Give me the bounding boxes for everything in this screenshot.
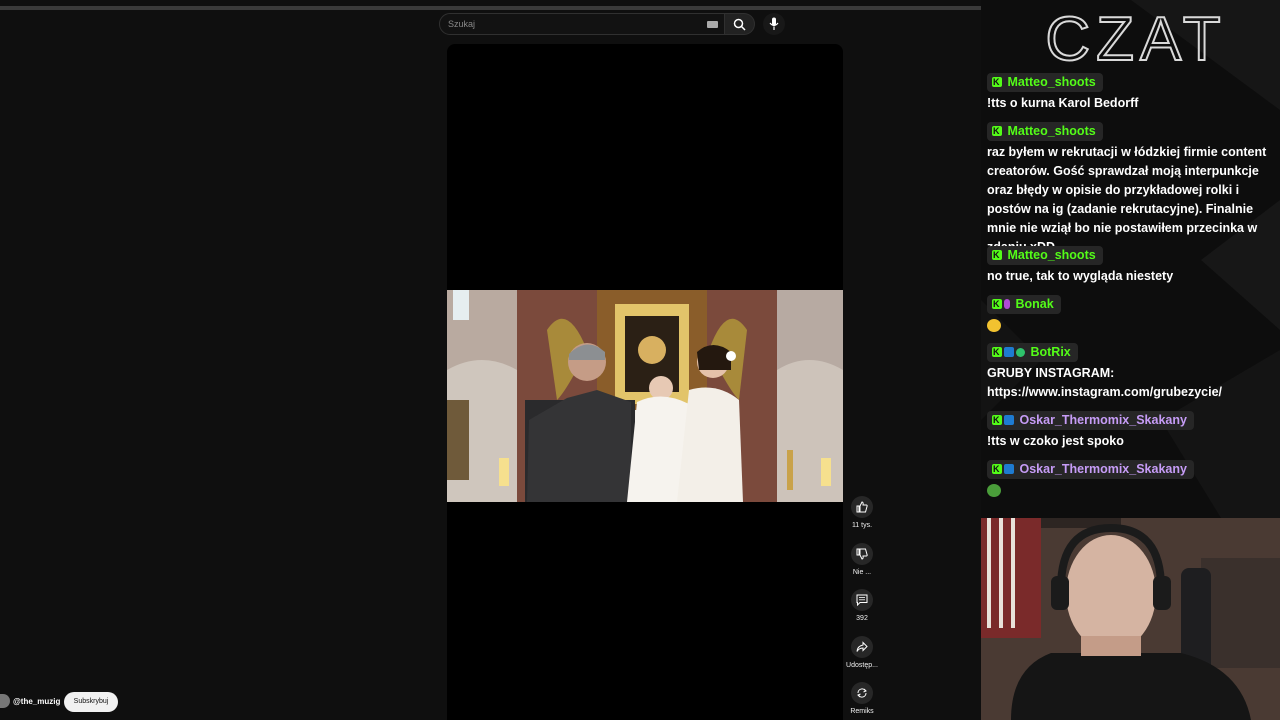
share-action[interactable]: Udostęp...	[846, 636, 878, 669]
channel-avatar[interactable]	[0, 694, 10, 708]
chat-username[interactable]: Matteo_shoots	[987, 122, 1103, 141]
chat-username[interactable]: Oskar_Thermomix_Skakany	[987, 460, 1194, 479]
emote-icon	[987, 484, 1001, 497]
kick-badge-icon	[992, 124, 1002, 139]
remix-icon	[857, 688, 867, 698]
chat-text	[987, 481, 1277, 503]
chat-text: no true, tak to wygląda niestety	[987, 269, 1174, 283]
like-count: 11 tys.	[851, 522, 873, 529]
search-box[interactable]	[439, 13, 725, 35]
chat-message: BotRix GRUBY INSTAGRAM: https://www.inst…	[987, 343, 1277, 402]
kick-badge-icon	[992, 462, 1002, 477]
username-text: Oskar_Thermomix_Skakany	[1019, 462, 1187, 476]
search-icon	[733, 18, 746, 31]
dislike-action[interactable]: Nie ...	[846, 543, 878, 576]
chat-username[interactable]: Bonak	[987, 295, 1061, 314]
youtube-shorts-panel: 11 tys. Nie ... 392	[0, 0, 981, 720]
microphone-icon	[769, 17, 779, 30]
username-text: Matteo_shoots	[1007, 248, 1096, 262]
keyboard-icon[interactable]	[707, 21, 718, 28]
remix-label: Remiks	[850, 708, 874, 715]
emote-icon	[987, 319, 1001, 332]
top-bar	[0, 6, 981, 10]
dislike-label: Nie ...	[852, 569, 872, 576]
chat-message: Bonak	[987, 295, 1277, 338]
share-icon	[856, 641, 868, 652]
comments-action[interactable]: 392	[846, 589, 878, 622]
chat-message: Matteo_shoots no true, tak to wygląda ni…	[987, 246, 1277, 286]
chat-username[interactable]: Matteo_shoots	[987, 246, 1103, 265]
bot-badge-icon	[1004, 464, 1014, 474]
dislike-button[interactable]	[851, 543, 873, 565]
kick-badge-icon	[992, 413, 1002, 428]
chat-text	[987, 316, 1277, 338]
chat-message: Matteo_shoots !tts o kurna Karol Bedorff	[987, 73, 1277, 113]
mic-badge-icon	[1004, 299, 1010, 309]
verified-badge-icon	[1016, 348, 1025, 357]
kick-badge-icon	[992, 75, 1002, 90]
thumbs-down-icon	[856, 548, 868, 560]
chat-title-logo: CZAT	[1044, 6, 1226, 70]
comments-count: 392	[856, 615, 868, 622]
share-button[interactable]	[851, 636, 873, 658]
video-frame-wedding	[447, 290, 843, 502]
search-button[interactable]	[725, 13, 755, 35]
share-label: Udostęp...	[846, 662, 878, 669]
chat-text: !tts o kurna Karol Bedorff	[987, 96, 1139, 110]
username-text: Oskar_Thermomix_Skakany	[1019, 413, 1187, 427]
chat-text: raz byłem w rekrutacji w łódzkiej firmie…	[987, 145, 1267, 254]
stream-overlay: CZAT Matteo_shoots !tts o kurna Karol Be…	[981, 0, 1280, 720]
channel-handle[interactable]: @the_muzig	[13, 697, 60, 706]
chat-text: GRUBY INSTAGRAM: https://www.instagram.c…	[987, 366, 1222, 399]
wedding-scene-image	[447, 290, 843, 502]
voice-search-button[interactable]	[763, 13, 785, 35]
bot-badge-icon	[1004, 415, 1014, 425]
chat-message: Matteo_shoots raz byłem w rekrutacji w ł…	[987, 122, 1277, 257]
search-input[interactable]	[448, 17, 698, 31]
kick-badge-icon	[992, 248, 1002, 263]
comments-button[interactable]	[851, 589, 873, 611]
webcam-streamer-image	[981, 518, 1280, 720]
like-action[interactable]: 11 tys.	[846, 496, 878, 529]
comment-icon	[856, 594, 868, 606]
webcam-feed	[981, 518, 1280, 720]
remix-button[interactable]	[851, 682, 873, 704]
thumbs-up-icon	[856, 501, 868, 513]
kick-badge-icon	[992, 345, 1002, 360]
username-text: Matteo_shoots	[1007, 75, 1096, 89]
kick-badge-icon	[992, 297, 1002, 312]
username-text: Bonak	[1015, 297, 1054, 311]
chat-username[interactable]: Oskar_Thermomix_Skakany	[987, 411, 1194, 430]
username-text: BotRix	[1030, 345, 1071, 359]
chat-username[interactable]: BotRix	[987, 343, 1078, 362]
subscribe-button[interactable]: Subskrybuj	[64, 692, 118, 712]
chat-username[interactable]: Matteo_shoots	[987, 73, 1103, 92]
short-video-player[interactable]	[447, 44, 843, 720]
remix-action[interactable]: Remiks	[846, 682, 878, 715]
chat-message: Oskar_Thermomix_Skakany !tts w czoko jes…	[987, 411, 1277, 451]
username-text: Matteo_shoots	[1007, 124, 1096, 138]
chat-message: Oskar_Thermomix_Skakany	[987, 460, 1277, 503]
svg-text:CZAT: CZAT	[1045, 6, 1226, 70]
like-button[interactable]	[851, 496, 873, 518]
chat-text: !tts w czoko jest spoko	[987, 434, 1124, 448]
bot-badge-icon	[1004, 347, 1014, 357]
